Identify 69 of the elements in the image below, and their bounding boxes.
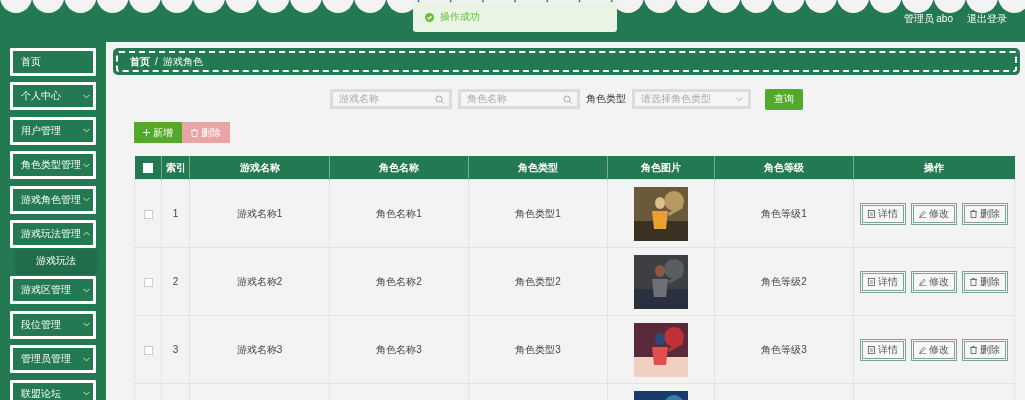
edit-button[interactable]: 修改 (911, 270, 957, 293)
check-circle-icon (425, 12, 434, 22)
sidebar-item[interactable]: 管理员管理 (10, 345, 96, 374)
table-cell: 2 (172, 276, 179, 287)
sidebar-item[interactable]: 首页 (10, 48, 96, 76)
table-cell: 角色等级3 (761, 343, 807, 355)
table-cell: 角色名称2 (376, 275, 422, 287)
sidebar-item[interactable]: 游戏角色管理 (10, 185, 96, 214)
trash-icon (970, 277, 977, 286)
column-header: 操作 (853, 156, 1015, 180)
admin-name: 管理员 abo (903, 12, 953, 26)
pencil-icon (919, 209, 926, 218)
sidebar-item[interactable]: 段位管理 (10, 310, 96, 339)
column-header: 游戏名称 (189, 156, 330, 180)
row-checkbox[interactable] (143, 209, 153, 219)
add-button[interactable]: 新增 (134, 122, 182, 143)
table-cell: 角色等级2 (761, 275, 807, 287)
sidebar-item[interactable]: 角色类型管理 (10, 151, 96, 180)
table-cell: 角色等级1 (761, 207, 807, 219)
table-cell: 角色类型3 (515, 343, 561, 355)
table-cell: 1 (172, 208, 179, 219)
breadcrumb-link[interactable]: 首页 (130, 54, 150, 69)
query-button[interactable]: 查询 (765, 88, 803, 110)
chevron-down-icon (736, 96, 743, 102)
trash-icon (970, 345, 977, 354)
row-checkbox[interactable] (143, 277, 153, 287)
edit-button[interactable]: 修改 (911, 338, 957, 361)
document-icon (868, 345, 875, 354)
table-cell: 游戏名称1 (236, 207, 283, 219)
details-button[interactable]: 详情 (860, 338, 906, 361)
sidebar-item[interactable]: 游戏区管理 (10, 276, 96, 305)
trash-icon (970, 209, 977, 218)
edit-button[interactable]: 修改 (911, 202, 957, 225)
delete-button[interactable]: 删除 (962, 270, 1008, 293)
pencil-icon (919, 277, 926, 286)
column-header: 角色名称 (329, 156, 469, 180)
table-cell: 游戏名称3 (236, 343, 283, 355)
details-button[interactable]: 详情 (860, 270, 906, 293)
toast-message: 操作成功 (440, 10, 480, 24)
column-header: 角色等级 (714, 156, 854, 180)
breadcrumb-separator: / (155, 56, 158, 67)
table-cell: 角色类型1 (515, 207, 561, 219)
delete-button[interactable]: 删除 (962, 338, 1008, 361)
column-header: 索引 (161, 156, 190, 180)
sidebar-item[interactable]: 用户管理 (10, 116, 96, 145)
logout-link[interactable]: 退出登录 (967, 12, 1007, 26)
select-all-checkbox[interactable] (142, 163, 153, 174)
sidebar-item[interactable]: 联盟论坛 (10, 379, 96, 400)
document-icon (868, 209, 875, 218)
pencil-icon (919, 345, 926, 354)
column-header: 角色类型 (468, 156, 608, 180)
search-icon (435, 94, 444, 104)
table-cell: 角色名称1 (376, 207, 422, 219)
field-label: 角色类型 (586, 92, 626, 106)
table-cell: 3 (172, 344, 179, 355)
submenu-item[interactable]: 游戏玩法 (16, 250, 96, 273)
column-header: 角色图片 (607, 156, 715, 180)
row-checkbox[interactable] (143, 345, 153, 355)
table-cell: 角色名称3 (376, 343, 422, 355)
document-icon (868, 277, 875, 286)
sidebar-item[interactable]: 个人中心 (10, 82, 96, 111)
sidebar-item[interactable]: 游戏玩法管理 (10, 219, 96, 248)
delete-button[interactable]: 删除 (962, 202, 1008, 225)
table-cell: 角色类型2 (515, 275, 561, 287)
details-button[interactable]: 详情 (860, 202, 906, 225)
search-icon (563, 94, 572, 104)
table-cell: 游戏名称2 (236, 275, 283, 287)
trash-icon (191, 128, 198, 137)
plus-icon (143, 129, 150, 136)
